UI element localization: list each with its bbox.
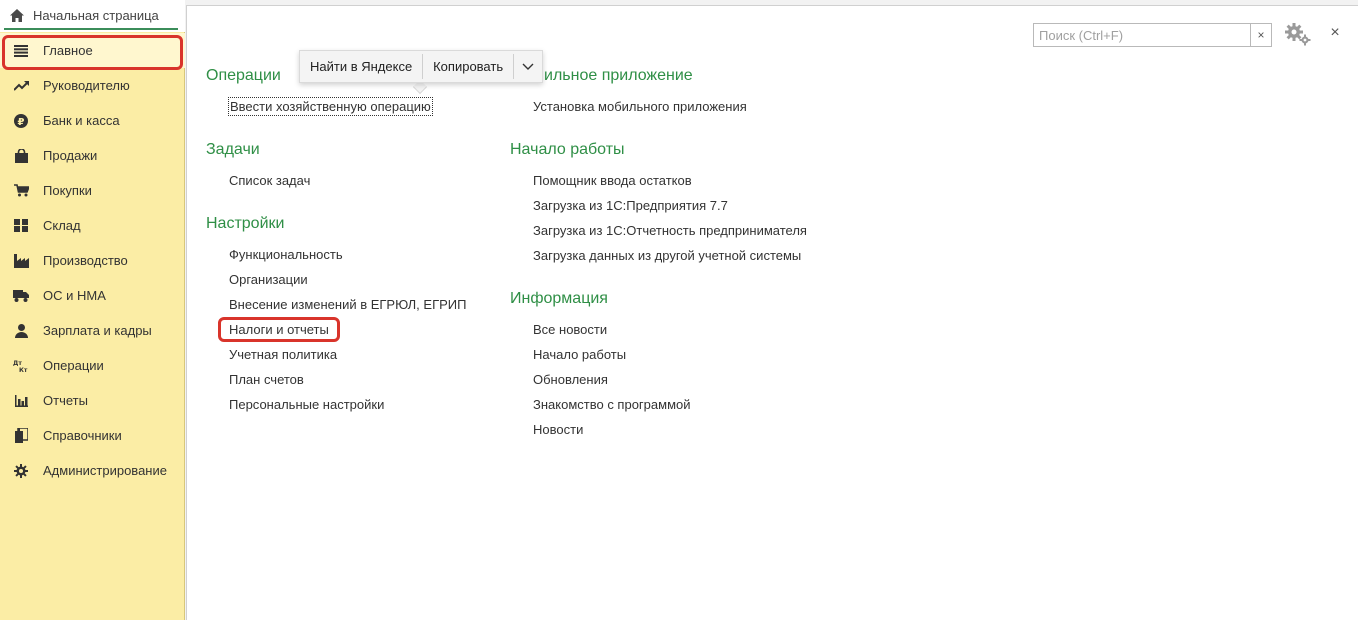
sidebar-item-label: Руководителю — [43, 78, 130, 93]
gear-icon — [12, 462, 30, 480]
sidebar-item-label: Покупки — [43, 183, 92, 198]
sidebar-item-label: Справочники — [43, 428, 122, 443]
link-functionality[interactable]: Функциональность — [229, 247, 343, 262]
link-egrul-changes[interactable]: Внесение изменений в ЕГРЮЛ, ЕГРИП — [229, 297, 466, 312]
link-load-1c77[interactable]: Загрузка из 1С:Предприятия 7.7 — [533, 198, 728, 213]
gears-icon — [1284, 23, 1312, 49]
person-icon — [12, 322, 30, 340]
home-tab-label: Начальная страница — [33, 8, 159, 23]
home-tab[interactable]: Начальная страница — [0, 0, 185, 32]
link-program-intro[interactable]: Знакомство с программой — [533, 397, 691, 412]
sidebar-item-label: Отчеты — [43, 393, 88, 408]
sidebar-item-directories[interactable]: Справочники — [0, 418, 185, 453]
svg-text:₽: ₽ — [18, 117, 25, 128]
copy-button[interactable]: Копировать — [423, 51, 513, 82]
context-toolbar: Найти в Яндексе Копировать — [299, 50, 543, 83]
sidebar-item-label: Зарплата и кадры — [43, 323, 152, 338]
link-load-1c-entrepreneur[interactable]: Загрузка из 1С:Отчетность предпринимател… — [533, 223, 807, 238]
link-personal-settings[interactable]: Персональные настройки — [229, 397, 384, 412]
sidebar-item-label: Склад — [43, 218, 81, 233]
link-organizations[interactable]: Организации — [229, 272, 308, 287]
expand-menu-button[interactable] — [514, 51, 542, 82]
books-icon — [12, 427, 30, 445]
home-icon — [9, 8, 25, 24]
sidebar-item-label: Производство — [43, 253, 128, 268]
chevron-down-icon — [522, 59, 534, 74]
link-all-news[interactable]: Все новости — [533, 322, 607, 337]
sidebar-item-production[interactable]: Производство — [0, 243, 185, 278]
link-enter-operation[interactable]: Ввести хозяйственную операцию — [228, 97, 433, 116]
search-input[interactable] — [1034, 24, 1250, 46]
section-title-settings: Настройки — [206, 215, 285, 232]
link-balance-wizard[interactable]: Помощник ввода остатков — [533, 173, 692, 188]
main-panel: × × Операции Вв — [186, 5, 1358, 620]
section-title-information: Информация — [510, 290, 608, 307]
link-news[interactable]: Новости — [533, 422, 583, 437]
sidebar-item-label: ОС и НМА — [43, 288, 106, 303]
sidebar-item-admin[interactable]: Администрирование — [0, 453, 185, 488]
sidebar-item-reports[interactable]: Отчеты — [0, 383, 185, 418]
svg-text:Дт: Дт — [13, 360, 22, 367]
factory-icon — [12, 252, 30, 270]
sidebar-item-label: Главное — [43, 43, 93, 58]
trend-up-icon — [12, 77, 30, 95]
ruble-icon: ₽ — [12, 112, 30, 130]
bar-chart-icon — [12, 392, 30, 410]
section-title-tasks: Задачи — [206, 141, 260, 158]
sidebar-item-label: Операции — [43, 358, 104, 373]
link-chart-of-accounts[interactable]: План счетов — [229, 372, 304, 387]
link-getting-started[interactable]: Начало работы — [533, 347, 626, 362]
sidebar-item-manager[interactable]: Руководителю — [0, 68, 185, 103]
section-title-mobile-app: ильное приложение — [544, 67, 693, 84]
truck-icon — [12, 287, 30, 305]
warehouse-grid-icon — [12, 217, 30, 235]
sidebar-item-main[interactable]: Главное — [0, 33, 185, 70]
link-accounting-policy[interactable]: Учетная политика — [229, 347, 337, 362]
link-updates[interactable]: Обновления — [533, 372, 608, 387]
sidebar-item-bank[interactable]: ₽ Банк и касса — [0, 103, 185, 138]
search-clear-button[interactable]: × — [1250, 24, 1271, 46]
svg-text:Кт: Кт — [19, 367, 28, 373]
link-load-other-system[interactable]: Загрузка данных из другой учетной систем… — [533, 248, 801, 263]
sidebar-item-operations[interactable]: Дт Кт Операции — [0, 348, 185, 383]
search-box: × — [1033, 23, 1272, 47]
sidebar-item-warehouse[interactable]: Склад — [0, 208, 185, 243]
sidebar-item-label: Продажи — [43, 148, 98, 163]
find-in-yandex-button[interactable]: Найти в Яндексе — [300, 51, 422, 82]
link-task-list[interactable]: Список задач — [229, 173, 310, 188]
cart-icon — [12, 182, 30, 200]
link-install-mobile-app[interactable]: Установка мобильного приложения — [533, 99, 747, 114]
sidebar-nav: Главное Руководителю ₽ Банк и касса Прод… — [0, 33, 185, 488]
sidebar-item-label: Администрирование — [43, 463, 167, 478]
sidebar-item-sales[interactable]: Продажи — [0, 138, 185, 173]
close-button[interactable]: × — [1327, 24, 1343, 44]
sidebar-item-purchases[interactable]: Покупки — [0, 173, 185, 208]
sidebar-item-salary[interactable]: Зарплата и кадры — [0, 313, 185, 348]
section-title-getting-started: Начало работы — [510, 141, 625, 158]
section-title-operations: Операции — [206, 67, 281, 84]
debit-credit-icon: Дт Кт — [12, 357, 30, 375]
sidebar-item-assets[interactable]: ОС и НМА — [0, 278, 185, 313]
sidebar-item-label: Банк и касса — [43, 113, 120, 128]
link-taxes-reports[interactable]: Налоги и отчеты — [218, 317, 340, 342]
settings-button[interactable] — [1284, 22, 1312, 46]
shopping-bag-icon — [12, 147, 30, 165]
menu-lines-icon — [12, 42, 30, 60]
sidebar: Начальная страница Главное Руководителю … — [0, 0, 185, 620]
